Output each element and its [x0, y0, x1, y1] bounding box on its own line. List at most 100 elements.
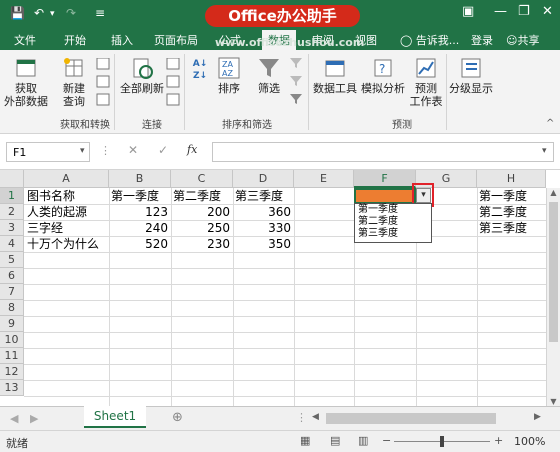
row-header-8[interactable]: 8 — [0, 300, 24, 316]
cell-c4[interactable]: 230 — [171, 236, 233, 252]
tab-split-handle[interactable]: ⋮ — [296, 411, 307, 424]
cell-c3[interactable]: 250 — [171, 220, 233, 236]
dropdown-item[interactable]: 第二季度 — [355, 216, 431, 228]
page-break-view-icon[interactable]: ▥ — [358, 434, 368, 447]
share-button[interactable]: ☺共享 — [506, 32, 539, 48]
zoom-out-icon[interactable]: − — [382, 434, 391, 447]
cell-c1[interactable]: 第二季度 — [173, 188, 233, 204]
cell-d1[interactable]: 第三季度 — [235, 188, 294, 204]
scroll-up-icon[interactable]: ▲ — [547, 188, 560, 197]
redo-icon[interactable]: ↷ — [66, 6, 76, 20]
dropdown-item[interactable]: 第一季度 — [355, 204, 431, 216]
connections-icons[interactable] — [166, 57, 180, 113]
forecast-sheet-button[interactable]: 预测 工作表 — [408, 56, 444, 108]
dropdown-item[interactable]: 第三季度 — [355, 228, 431, 240]
sort-az-buttons[interactable]: A↓ Z↓ — [190, 58, 210, 82]
validation-dropdown-button[interactable]: ▾ — [416, 188, 431, 203]
horizontal-scroll-thumb[interactable] — [326, 413, 496, 424]
row-header-2[interactable]: 2 — [0, 204, 24, 220]
select-all-corner[interactable] — [0, 170, 24, 188]
expand-formula-icon[interactable]: ▾ — [542, 146, 547, 156]
insert-function-icon[interactable]: fx — [187, 143, 197, 156]
login-link[interactable]: 登录 — [471, 32, 493, 48]
row-header-12[interactable]: 12 — [0, 364, 24, 380]
hscroll-left-icon[interactable]: ◀ — [312, 412, 319, 422]
sheet-tab-sheet1[interactable]: Sheet1 — [84, 406, 146, 428]
cell-d3[interactable]: 330 — [233, 220, 294, 236]
page-layout-view-icon[interactable]: ▤ — [330, 434, 340, 447]
minimize-icon[interactable]: — — [494, 4, 507, 19]
cell-d4[interactable]: 350 — [233, 236, 294, 252]
ribbon-options-icon[interactable]: ▣ — [462, 4, 474, 19]
row-header-11[interactable]: 11 — [0, 348, 24, 364]
zoom-level[interactable]: 100% — [514, 435, 545, 448]
column-header-c[interactable]: C — [171, 170, 233, 188]
cell-b1[interactable]: 第一季度 — [111, 188, 171, 204]
column-header-b[interactable]: B — [109, 170, 171, 188]
row-header-13[interactable]: 13 — [0, 380, 24, 396]
cell-a1[interactable]: 图书名称 — [27, 188, 109, 204]
cell-h2[interactable]: 第二季度 — [479, 204, 545, 220]
get-external-data-button[interactable]: 获取 外部数据 — [4, 56, 48, 108]
cell-b2[interactable]: 123 — [109, 204, 171, 220]
column-header-e[interactable]: E — [294, 170, 354, 188]
data-tools-button[interactable]: 数据工具 — [313, 56, 357, 95]
customize-qat-icon[interactable]: ≡ — [95, 6, 105, 20]
new-query-button[interactable]: 新建 查询 — [54, 56, 94, 108]
collapse-ribbon-icon[interactable]: ^ — [546, 118, 554, 129]
column-header-f[interactable]: F — [354, 170, 416, 188]
tell-me-search[interactable]: ◯ 告诉我... — [400, 32, 459, 48]
hscroll-right-icon[interactable]: ▶ — [534, 412, 541, 422]
zoom-slider-thumb[interactable] — [440, 436, 444, 447]
cell-f1-selected[interactable] — [354, 188, 416, 204]
zoom-in-icon[interactable]: + — [494, 434, 503, 447]
enter-icon[interactable]: ✓ — [158, 143, 168, 157]
row-header-4[interactable]: 4 — [0, 236, 24, 252]
normal-view-icon[interactable]: ▦ — [300, 434, 310, 447]
column-header-d[interactable]: D — [233, 170, 294, 188]
row-header-9[interactable]: 9 — [0, 316, 24, 332]
cell-c2[interactable]: 200 — [171, 204, 233, 220]
formula-input[interactable] — [212, 142, 554, 162]
filter-button[interactable]: 筛选 — [254, 56, 284, 95]
next-sheet-icon[interactable]: ▶ — [30, 412, 38, 425]
formula-bar-resize-icon[interactable]: ⋮ — [100, 144, 111, 157]
tab-file[interactable]: 文件 — [14, 32, 36, 48]
close-icon[interactable]: ✕ — [542, 4, 553, 19]
row-header-1[interactable]: 1 — [0, 188, 24, 204]
cell-d2[interactable]: 360 — [233, 204, 294, 220]
add-sheet-icon[interactable]: ⊕ — [172, 410, 183, 425]
query-options-icons[interactable] — [96, 57, 110, 113]
cancel-icon[interactable]: ✕ — [128, 143, 138, 157]
refresh-all-button[interactable]: 全部刷新 — [120, 56, 164, 95]
undo-dropdown-icon[interactable]: ▾ — [50, 9, 55, 19]
cell-a4[interactable]: 十万个为什么 — [27, 236, 109, 252]
tab-insert[interactable]: 插入 — [111, 32, 133, 48]
cell-b4[interactable]: 520 — [109, 236, 171, 252]
row-header-10[interactable]: 10 — [0, 332, 24, 348]
what-if-analysis-button[interactable]: ? 模拟分析 — [360, 56, 406, 95]
row-header-3[interactable]: 3 — [0, 220, 24, 236]
prev-sheet-icon[interactable]: ◀ — [10, 412, 18, 425]
cell-a2[interactable]: 人类的起源 — [27, 204, 109, 220]
column-header-a[interactable]: A — [24, 170, 109, 188]
row-header-6[interactable]: 6 — [0, 268, 24, 284]
undo-icon[interactable]: ↶ — [34, 6, 44, 20]
advanced-filter-icons[interactable] — [288, 56, 304, 111]
cell-a3[interactable]: 三字经 — [27, 220, 109, 236]
cell-h3[interactable]: 第三季度 — [479, 220, 545, 236]
tab-page-layout[interactable]: 页面布局 — [154, 32, 198, 48]
tab-home[interactable]: 开始 — [64, 32, 86, 48]
scroll-down-icon[interactable]: ▼ — [547, 397, 560, 406]
row-header-7[interactable]: 7 — [0, 284, 24, 300]
restore-icon[interactable]: ❐ — [518, 4, 530, 19]
validation-dropdown-list[interactable]: 第一季度 第二季度 第三季度 — [354, 203, 432, 243]
cell-h1[interactable]: 第一季度 — [479, 188, 545, 204]
namebox-dropdown-icon[interactable]: ▾ — [80, 146, 85, 156]
vertical-scrollbar[interactable]: ▲ ▼ — [546, 188, 560, 406]
name-box[interactable]: F1 — [6, 142, 90, 162]
save-icon[interactable]: 💾 — [10, 6, 25, 20]
sort-button[interactable]: ZA AZ 排序 — [214, 56, 244, 95]
cell-b3[interactable]: 240 — [109, 220, 171, 236]
scroll-thumb[interactable] — [549, 202, 558, 342]
